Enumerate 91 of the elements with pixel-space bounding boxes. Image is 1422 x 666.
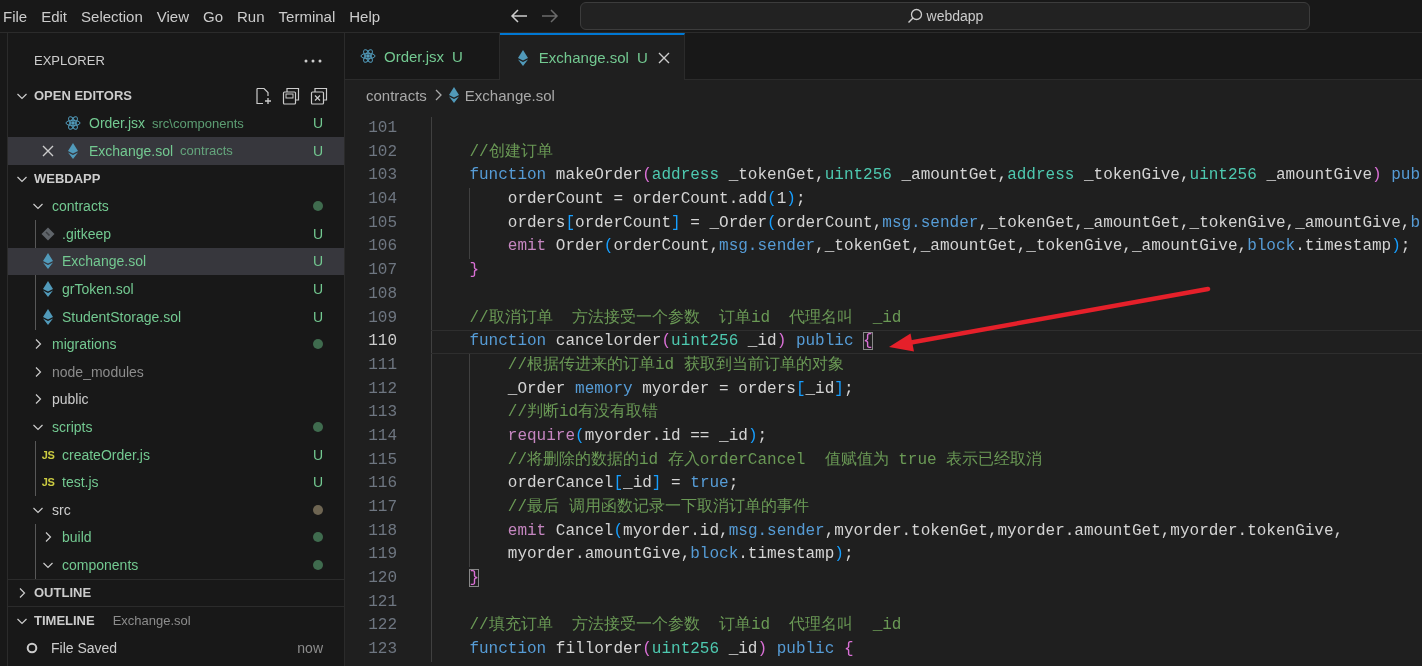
line-number: 103 xyxy=(367,165,397,187)
tree-item[interactable]: JS createOrder.js U xyxy=(8,440,344,469)
line-number: 108 xyxy=(367,283,397,305)
breadcrumb-item[interactable]: contracts xyxy=(366,86,427,104)
line-number: 105 xyxy=(367,212,397,234)
tree-item[interactable]: JS test.js U xyxy=(8,468,344,496)
diamond-icon xyxy=(43,308,53,325)
line-number: 123 xyxy=(367,639,397,661)
breadcrumb-item[interactable]: Exchange.sol xyxy=(464,86,555,104)
timestamp: now xyxy=(297,639,323,656)
search-icon xyxy=(906,8,923,24)
line-number: 116 xyxy=(367,473,397,495)
line-number: 118 xyxy=(367,520,397,542)
arrow-left-icon[interactable] xyxy=(510,8,528,24)
close-icon[interactable] xyxy=(42,145,54,157)
close-icon[interactable] xyxy=(657,51,670,64)
command-center[interactable]: webdapp xyxy=(580,2,1310,30)
git-status-label: U xyxy=(311,446,325,463)
timeline-item[interactable]: File Saved now xyxy=(8,633,344,662)
section-title: OUTLINE xyxy=(34,585,92,601)
diamond-icon xyxy=(448,87,459,103)
tree-item[interactable]: migrations xyxy=(8,330,344,358)
line-number: 107 xyxy=(367,260,397,282)
tree-item[interactable]: contracts xyxy=(8,192,344,220)
square-x-icon[interactable] xyxy=(310,86,328,105)
menu-item[interactable]: Go xyxy=(196,0,230,32)
menu-item[interactable]: Selection xyxy=(74,0,150,32)
diamond-icon xyxy=(43,280,53,297)
js-file-label: JS xyxy=(40,448,56,461)
git-status-label: U xyxy=(311,143,325,159)
menu-item[interactable]: Run xyxy=(230,0,272,32)
section-subtitle: Exchange.sol xyxy=(112,613,191,629)
tree-item[interactable]: public xyxy=(8,385,344,414)
menu-item[interactable]: Terminal xyxy=(271,0,343,32)
open-editor-item[interactable]: Exchange.sol contracts U xyxy=(8,137,344,165)
tree-item[interactable]: node_modules xyxy=(8,357,344,386)
sidebar-title: EXPLORER xyxy=(34,53,105,68)
line-number: 110 xyxy=(367,331,397,353)
file-path: contracts xyxy=(180,143,234,159)
git-status-label: U xyxy=(311,280,325,297)
line-number: 121 xyxy=(367,591,397,613)
tree-item[interactable]: grToken.sol U xyxy=(8,275,344,303)
open-editor-item[interactable]: Order.jsx src\components U xyxy=(8,109,344,138)
file-plus-icon[interactable] xyxy=(254,86,272,105)
menu-item[interactable]: View xyxy=(149,0,196,32)
diamond-icon xyxy=(517,49,528,66)
git-status-label: U xyxy=(311,474,325,491)
line-number: 122 xyxy=(367,615,397,637)
diamond-icon xyxy=(68,143,78,159)
circle-icon xyxy=(26,641,38,654)
menu-item[interactable]: File xyxy=(0,0,35,32)
tree-item[interactable]: src xyxy=(8,495,344,524)
more-icon[interactable] xyxy=(304,58,322,63)
git-status-label: U xyxy=(311,225,325,242)
editor-tab[interactable]: Exchange.sol U xyxy=(499,33,685,80)
line-number: 119 xyxy=(367,544,397,566)
line-number: 115 xyxy=(367,449,397,471)
git-status-label: U xyxy=(311,115,325,132)
line-number: 104 xyxy=(367,189,397,211)
line-number: 106 xyxy=(367,236,397,258)
line-number: 114 xyxy=(367,425,397,447)
git-status-label: U xyxy=(311,308,325,325)
tree-item[interactable]: components xyxy=(8,551,344,579)
section-title: TIMELINE xyxy=(34,613,95,629)
line-number: 120 xyxy=(367,568,397,590)
diamond-icon xyxy=(41,226,55,241)
stacked-squares-icon[interactable] xyxy=(282,86,300,105)
line-number: 102 xyxy=(367,141,397,163)
line-number: 117 xyxy=(367,497,397,518)
section-title: OPEN EDITORS xyxy=(34,88,132,104)
tree-item[interactable]: StudentStorage.sol U xyxy=(8,302,344,331)
atom-icon xyxy=(65,115,81,132)
menu-item[interactable]: Help xyxy=(342,0,388,32)
tree-item[interactable]: build xyxy=(8,523,344,552)
tree-item[interactable]: scripts xyxy=(8,413,344,441)
file-path: src\components xyxy=(152,115,245,131)
section-title: WEBDAPP xyxy=(34,171,101,187)
line-number: 112 xyxy=(367,378,397,400)
tree-item[interactable]: Exchange.sol U xyxy=(8,247,344,276)
js-file-label: JS xyxy=(40,476,56,489)
line-number: 113 xyxy=(367,402,397,424)
menu-item[interactable]: Edit xyxy=(34,0,75,32)
line-number: 111 xyxy=(367,354,397,376)
line-number: 109 xyxy=(367,307,397,329)
git-status-label: U xyxy=(452,47,463,65)
tree-item[interactable]: .gitkeep U xyxy=(8,219,344,248)
line-number: 101 xyxy=(367,118,397,139)
atom-icon xyxy=(360,48,376,64)
git-status-label: U xyxy=(311,253,325,270)
git-status-label: U xyxy=(636,49,648,66)
diamond-icon xyxy=(43,253,53,270)
